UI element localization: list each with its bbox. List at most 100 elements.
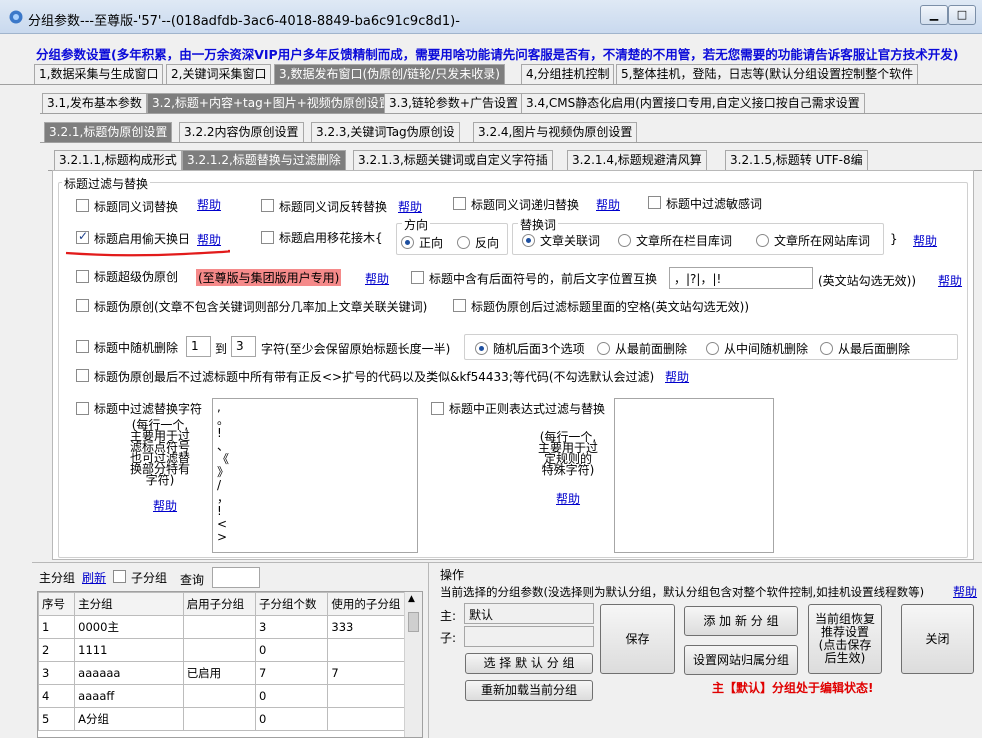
synonym-recursive-checkbox[interactable] — [453, 197, 466, 210]
random-to-input[interactable]: 3 — [231, 336, 256, 357]
filter-sensitive-checkbox[interactable] — [648, 196, 661, 209]
section-title: 标题过滤与替换 — [62, 175, 151, 192]
filter-replace-chars-label: 标题中过滤替换字符 — [94, 402, 203, 416]
tab-l3-3[interactable]: 3.2.4,图片与视频伪原创设置 — [473, 122, 638, 142]
select-default-group-button[interactable]: 选 择 默 认 分 组 — [465, 653, 593, 674]
synonym-reverse-checkbox[interactable] — [261, 199, 274, 212]
help-link[interactable]: 帮助 — [365, 270, 389, 287]
super-pseudo-checkbox[interactable] — [76, 270, 89, 283]
group-table-container: 序号 主分组 启用子分组 子分组个数 使用的子分组 1 0000主 3 333 … — [37, 591, 423, 738]
set-site-group-button[interactable]: 设置网站归属分组 — [684, 645, 798, 675]
cell: 2 — [38, 638, 76, 662]
save-button[interactable]: 保存 — [600, 604, 675, 674]
scroll-up-icon: ▲ — [408, 594, 415, 604]
tab-l2-0[interactable]: 3.1,发布基本参数 — [42, 93, 147, 113]
help-link[interactable]: 帮助 — [953, 583, 977, 600]
filter-char: ! — [217, 426, 222, 440]
tabs-level2: 3.1,发布基本参数 3.2,标题+内容+tag+图片+视频伪原创设置 3.3,… — [0, 93, 982, 113]
filter-chars-textarea[interactable]: , 。 ! 、 《 》 / ， ! < > — [212, 398, 418, 553]
random-from-input[interactable]: 1 — [186, 336, 211, 357]
pseudo-keyword-checkbox[interactable] — [76, 299, 89, 312]
maximize-icon: □ — [956, 8, 968, 21]
direction-forward-radio[interactable] — [401, 236, 414, 249]
keep-code-checkbox[interactable] — [76, 369, 89, 382]
regex-filter-checkbox[interactable] — [431, 402, 444, 415]
tab-l2-1[interactable]: 3.2,标题+内容+tag+图片+视频伪原创设置 — [147, 93, 396, 113]
table-scrollbar[interactable]: ▲ — [404, 592, 422, 737]
filter-space-checkbox[interactable] — [453, 299, 466, 312]
tab-l1-4[interactable]: 5,整体挂机，登陆，日志等(默认分组设置控制整个软件 — [616, 64, 919, 84]
cell — [327, 707, 405, 731]
tab-l1-3[interactable]: 4,分组挂机控制 — [521, 64, 615, 84]
close-button[interactable]: 关闭 — [901, 604, 974, 674]
tab-l1-1[interactable]: 2,关键词采集窗口 — [166, 64, 272, 84]
scroll-thumb[interactable] — [408, 612, 419, 632]
replace-source-label-1: 文章所在栏目库词 — [636, 234, 733, 248]
tab-l4-2[interactable]: 3.2.1.3,标题关键词或自定义字符插 — [353, 150, 553, 170]
tab-l2-2[interactable]: 3.3,链轮参数+广告设置 — [384, 93, 523, 113]
keep-code-label: 标题伪原创最后不过滤标题中所有带有正反<>扩号的代码以及类似&kf54433;等… — [94, 370, 655, 384]
graft-label: 标题启用移花接木{ — [279, 231, 383, 245]
tabs-level3: 3.2.1,标题伪原创设置 3.2.2内容伪原创设置 3.2.3,关键词Tag伪… — [0, 122, 982, 142]
add-group-button[interactable]: 添 加 新 分 组 — [684, 606, 798, 636]
tab-l4-3[interactable]: 3.2.1.4,标题规避清风算 — [567, 150, 707, 170]
table-row[interactable]: 1 0000主 3 333 — [38, 615, 405, 639]
random-delete-checkbox[interactable] — [76, 340, 89, 353]
sub-group-checkbox[interactable] — [113, 570, 126, 583]
operations-desc: 当前选择的分组参数(没选择则为默认分组，默认分组包含对整个软件控制,如挂机设置线… — [440, 585, 925, 599]
reload-group-button[interactable]: 重新加载当前分组 — [465, 680, 593, 701]
table-row[interactable]: 3 aaaaaa 已启用 7 7 — [38, 661, 405, 685]
table-row[interactable]: 4 aaaaff 0 — [38, 684, 405, 708]
punct-swap-label: 标题中含有后面符号的，前后文字位置互换 — [429, 272, 658, 286]
delete-position-radio-3[interactable] — [820, 342, 833, 355]
punct-swap-input[interactable]: ，|?|，|! — [669, 267, 813, 289]
minimize-icon: ▁ — [929, 8, 939, 21]
help-link[interactable]: 帮助 — [938, 272, 962, 289]
operations-title: 操作 — [440, 568, 465, 582]
cell: 1 — [38, 615, 76, 639]
filter-replace-chars-checkbox[interactable] — [76, 402, 89, 415]
tab-l2-3[interactable]: 3.4,CMS静态化启用(内置接口专用,自定义接口按自己需求设置 — [521, 93, 865, 113]
help-link[interactable]: 帮助 — [153, 497, 177, 514]
help-link[interactable]: 帮助 — [913, 232, 937, 249]
cell: aaaaaa — [74, 661, 184, 685]
tab-l4-4[interactable]: 3.2.1.5,标题转 UTF-8编 — [725, 150, 868, 170]
synonym-replace-checkbox[interactable] — [76, 199, 89, 212]
direction-reverse-radio[interactable] — [457, 236, 470, 249]
help-link[interactable]: 帮助 — [665, 368, 689, 385]
tab-l4-1[interactable]: 3.2.1.2,标题替换与过滤删除 — [182, 150, 346, 170]
tab-l1-2[interactable]: 3,数据发布窗口(伪原创/链轮/只发未收录) — [274, 64, 505, 84]
sub-value-label: 子: — [440, 631, 457, 645]
regex-textarea[interactable] — [614, 398, 774, 553]
replace-source-radio-2[interactable] — [756, 234, 769, 247]
table-row[interactable]: 2 1111 0 — [38, 638, 405, 662]
delete-position-radio-1[interactable] — [597, 342, 610, 355]
help-link[interactable]: 帮助 — [596, 196, 620, 213]
maximize-button[interactable]: □ — [948, 5, 976, 25]
cell — [182, 707, 257, 731]
delete-position-radio-0[interactable] — [475, 342, 488, 355]
help-link[interactable]: 帮助 — [398, 198, 422, 215]
restore-defaults-button[interactable]: 当前组恢复推荐设置(点击保存后生效) — [808, 604, 882, 674]
steal-swap-checkbox[interactable] — [76, 229, 89, 244]
delete-position-radio-2[interactable] — [706, 342, 719, 355]
query-input[interactable] — [212, 567, 260, 588]
filter-char: / — [217, 478, 222, 492]
tab-l3-1[interactable]: 3.2.2内容伪原创设置 — [179, 122, 304, 142]
minimize-button[interactable]: ▁ — [920, 5, 948, 25]
graft-checkbox[interactable] — [261, 231, 274, 244]
punct-swap-checkbox[interactable] — [411, 271, 424, 284]
help-link[interactable]: 帮助 — [197, 196, 221, 213]
help-link[interactable]: 帮助 — [556, 490, 580, 507]
replace-source-legend: 替换词 — [518, 216, 559, 233]
table-row[interactable]: 5 A分组 0 — [38, 707, 405, 731]
refresh-link[interactable]: 刷新 — [82, 569, 106, 586]
tab-l3-2[interactable]: 3.2.3,关键词Tag伪原创设 — [311, 122, 460, 142]
tab-l3-0[interactable]: 3.2.1,标题伪原创设置 — [44, 122, 173, 142]
replace-source-radio-1[interactable] — [618, 234, 631, 247]
replace-source-radio-0[interactable] — [522, 234, 535, 247]
tabs-level4: 3.2.1.1,标题构成形式 3.2.1.2,标题替换与过滤删除 3.2.1.3… — [0, 150, 982, 170]
main-group-field: 默认 — [464, 603, 594, 624]
tab-l4-0[interactable]: 3.2.1.1,标题构成形式 — [54, 150, 182, 170]
tab-l1-0[interactable]: 1,数据采集与生成窗口 — [34, 64, 164, 84]
